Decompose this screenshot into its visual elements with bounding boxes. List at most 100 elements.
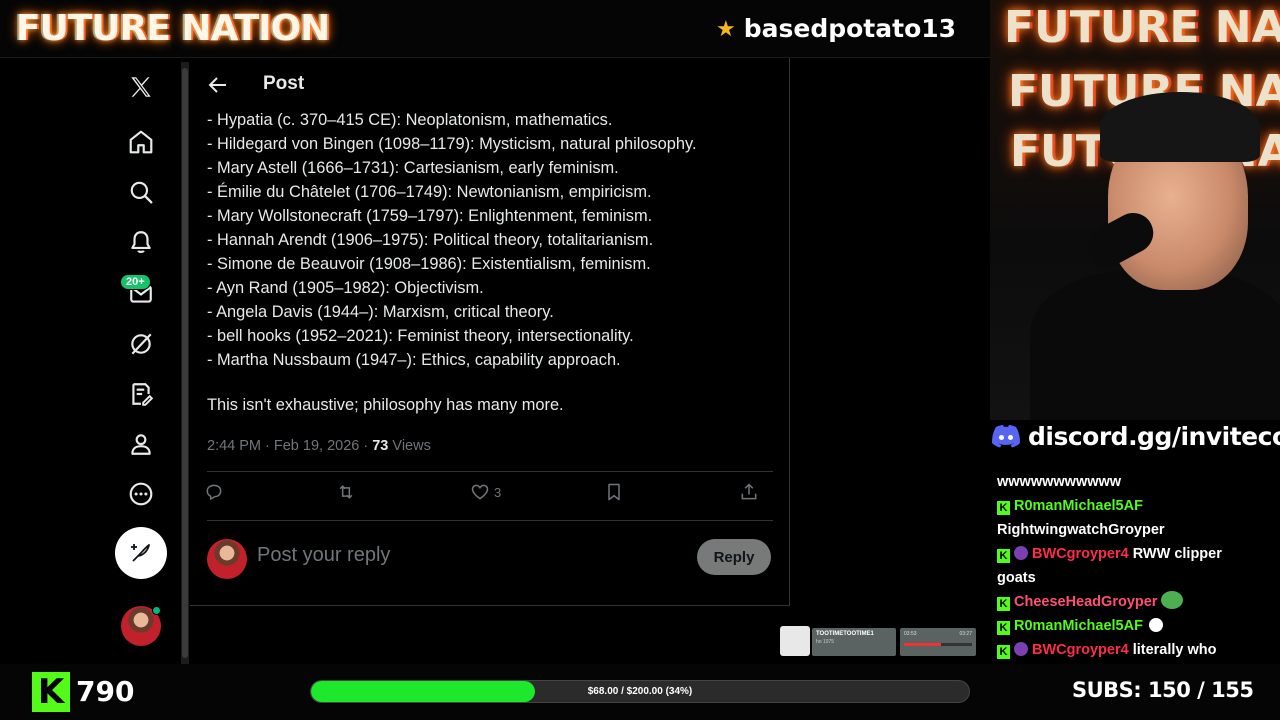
- divider: [207, 471, 773, 472]
- reply-icon: [206, 484, 222, 500]
- track-title: TOOTIMETOOTIME1: [816, 631, 874, 637]
- like-count: 3: [494, 484, 502, 500]
- post-line: - Angela Davis (1944–): Marxism, critica…: [207, 303, 554, 321]
- post-body: - Hypatia (c. 370–415 CE): Neoplatonism,…: [207, 108, 777, 372]
- post-line: - Hypatia (c. 370–415 CE): Neoplatonism,…: [207, 111, 613, 129]
- track-time-start: 03:53: [904, 631, 917, 637]
- streamer-body: [1030, 270, 1280, 420]
- post-closing-line: This isn't exhaustive; philosophy has ma…: [207, 396, 564, 414]
- share-icon: [741, 483, 757, 500]
- kick-badge-icon: K: [997, 549, 1010, 563]
- divider: [207, 520, 773, 521]
- grok-icon[interactable]: [120, 323, 162, 365]
- search-icon[interactable]: [120, 171, 162, 213]
- goblin-badge-icon: [1014, 546, 1028, 560]
- chat-text: wwwwwwwwwww: [997, 474, 1122, 490]
- back-arrow-icon[interactable]: [206, 73, 230, 97]
- subs-counter: SUBS: 150 / 155: [1072, 678, 1254, 702]
- chat-message: K R0manMichael5AF: [997, 494, 1277, 518]
- post-line: - Émilie du Châtelet (1706–1749): Newton…: [207, 183, 652, 201]
- streamer-name: basedpotato13: [743, 14, 957, 43]
- discord-invite-text: discord.gg/invitecode: [1028, 422, 1280, 451]
- post-timestamp[interactable]: 2:44 PM · Feb 19, 2026 ·: [207, 438, 372, 454]
- pepe-emote-icon: [1161, 591, 1184, 609]
- streamer-cap: [1100, 92, 1260, 162]
- reply-composer: Reply: [207, 536, 773, 580]
- webcam-neon-sign: FUTURE NATION: [1004, 2, 1280, 53]
- chat-username[interactable]: R0manMichael5AF: [1014, 618, 1143, 634]
- discord-link: discord.gg/invitecode: [990, 422, 1280, 451]
- chat-text: literally who: [1128, 642, 1217, 658]
- account-avatar[interactable]: [121, 606, 161, 646]
- chat-text: RWW clipper: [1128, 546, 1222, 562]
- chat-text: goats: [997, 570, 1036, 586]
- chat-message: K CheeseHeadGroyper: [997, 590, 1277, 614]
- donation-goal-label: $68.00 / $200.00 (34%): [587, 686, 693, 697]
- music-album-art: [780, 626, 810, 656]
- reply-action[interactable]: [204, 482, 224, 502]
- online-status-dot: [152, 606, 161, 615]
- post-line: - Ayn Rand (1905–1982): Objectivism.: [207, 279, 484, 297]
- reply-button[interactable]: Reply: [697, 539, 771, 575]
- chat-message: goats: [997, 566, 1277, 590]
- skull-emote-icon: [1148, 618, 1163, 632]
- stream-bottom-bar: K 790 $68.00 / $200.00 (34%) SUBS: 150 /…: [0, 664, 1280, 720]
- post-actions: 3: [204, 482, 773, 510]
- chat-username[interactable]: BWCgroyper4: [1032, 642, 1129, 658]
- chat-username[interactable]: CheeseHeadGroyper: [1014, 594, 1157, 610]
- chat-username[interactable]: BWCgroyper4: [1032, 546, 1129, 562]
- star-icon: ★: [716, 15, 736, 41]
- stream-chat: wwwwwwwwwww K R0manMichael5AF Rightwingwa…: [997, 470, 1277, 664]
- x-sidebar-nav: 20+: [100, 60, 182, 665]
- donation-goal-bar: $68.00 / $200.00 (34%): [310, 680, 970, 703]
- more-icon[interactable]: [120, 473, 162, 515]
- page-scrollbar[interactable]: [181, 62, 189, 664]
- share-action[interactable]: [739, 482, 759, 502]
- kick-badge-icon: K: [997, 597, 1010, 611]
- track-time-end: 03:27: [959, 631, 972, 637]
- avatar: [207, 539, 247, 579]
- kick-badge-icon: K: [997, 645, 1010, 659]
- kick-logo-icon: K: [32, 672, 70, 712]
- post-detail-column: Post - Hypatia (c. 370–415 CE): Neoplato…: [190, 58, 790, 606]
- notifications-icon[interactable]: [120, 221, 162, 263]
- profile-icon[interactable]: [120, 423, 162, 465]
- kick-badge-icon: K: [997, 621, 1010, 635]
- post-metadata: 2:44 PM · Feb 19, 2026 · 73 Views: [207, 438, 431, 454]
- chat-username[interactable]: R0manMichael5AF: [1014, 498, 1143, 514]
- post-line: - Simone de Beauvoir (1908–1986): Existe…: [207, 255, 651, 273]
- bookmark-action[interactable]: [604, 482, 624, 502]
- repost-icon: [339, 485, 353, 499]
- x-logo-icon[interactable]: [120, 66, 162, 108]
- streamer-tag: ★ basedpotato13: [716, 14, 956, 43]
- discord-icon: [992, 424, 1020, 447]
- chat-text: RightwingwatchGroyper: [997, 522, 1165, 538]
- stream-top-bar: FUTURE NATION ★ basedpotato13: [0, 0, 990, 58]
- chat-message: K BWCgroyper4 RWW clipper: [997, 542, 1277, 566]
- track-progress-bar: [904, 643, 972, 646]
- stream-brand-logo: FUTURE NATION: [16, 8, 330, 49]
- post-line: - Hildegard von Bingen (1098–1179): Myst…: [207, 135, 697, 153]
- like-action[interactable]: 3: [470, 482, 501, 502]
- post-line: - Martha Nussbaum (1947–): Ethics, capab…: [207, 351, 621, 369]
- views-count: 73: [372, 438, 389, 454]
- chat-message: K R0manMichael5AF: [997, 614, 1277, 638]
- chat-message: wwwwwwwwwww: [997, 470, 1277, 494]
- post-line: - bell hooks (1952–2021): Feminist theor…: [207, 327, 634, 345]
- follower-count: 790: [76, 675, 135, 708]
- scrollbar-thumb[interactable]: [182, 68, 188, 658]
- articles-icon[interactable]: [120, 373, 162, 415]
- chat-message: K BWCgroyper4 literally who: [997, 638, 1277, 662]
- track-progress-fill: [904, 643, 942, 646]
- home-icon[interactable]: [120, 121, 162, 163]
- views-label: Views: [388, 438, 431, 454]
- music-progress: 03:53 03:27: [900, 628, 976, 656]
- compose-post-button[interactable]: [115, 527, 167, 579]
- repost-action[interactable]: [336, 482, 356, 502]
- reply-input[interactable]: [257, 544, 677, 567]
- kick-badge-icon: K: [997, 501, 1010, 515]
- post-line: - Mary Astell (1666–1731): Cartesianism,…: [207, 159, 619, 177]
- post-line: - Mary Wollstonecraft (1759–1797): Enlig…: [207, 207, 653, 225]
- compose-post-icon: [131, 544, 150, 562]
- track-subtitle: ho 1975: [816, 639, 835, 645]
